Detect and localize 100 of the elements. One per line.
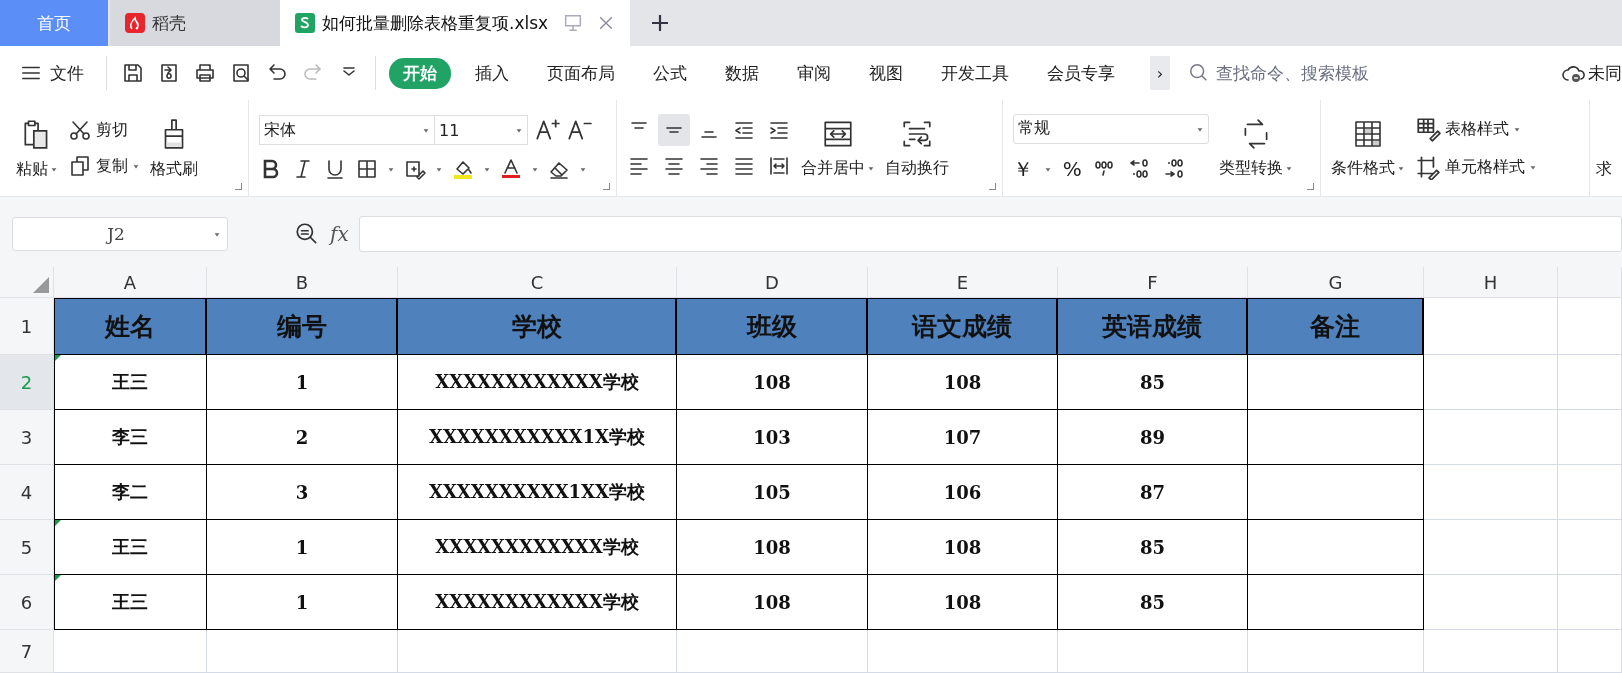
table-cell: 1 [207,355,398,410]
column-header[interactable]: B [207,267,398,298]
table-cell: 103 [677,410,868,465]
paste-button[interactable]: 粘贴 [16,158,58,180]
save-icon[interactable] [121,61,145,85]
table-cell: 105 [677,465,868,520]
corner-triangle-icon[interactable] [33,277,49,293]
table-cell: 王三 [54,575,207,630]
caret-icon[interactable] [387,165,396,173]
format-painter-button[interactable]: 格式刷 [150,158,198,180]
ribbon-tab[interactable]: 页面布局 [533,57,629,89]
currency-button[interactable]: ￥ [1012,155,1033,183]
caret-icon[interactable] [483,165,492,173]
caret-icon[interactable] [515,126,524,134]
column-header[interactable]: C [398,267,677,298]
row-header[interactable]: 6 [0,575,54,630]
caret-icon[interactable] [531,165,540,173]
table-style-button[interactable]: 表格样式 [1415,116,1538,142]
caret-icon[interactable] [435,165,444,173]
table-cell: 85 [1058,575,1248,630]
search-icon [1188,62,1210,84]
copy-icon [68,154,92,178]
table-cell [1558,630,1622,673]
row-header[interactable]: 7 [0,630,54,673]
table-cell [1558,575,1622,630]
table-cell: 108 [677,575,868,630]
table-cell: 85 [1058,355,1248,410]
print-icon[interactable] [193,61,217,85]
row-header[interactable]: 4 [0,465,54,520]
caret-icon[interactable] [579,165,588,173]
column-header[interactable]: D [677,267,868,298]
caret-icon[interactable] [1043,165,1052,173]
cut-button[interactable]: 剪切 [68,118,140,142]
distribute-icon[interactable] [767,154,791,178]
column-header[interactable]: F [1058,267,1248,298]
ribbon-tab[interactable]: 视图 [855,57,917,89]
column-header[interactable]: H [1424,267,1558,298]
column-header[interactable]: G [1248,267,1424,298]
wrap-text-button[interactable]: 自动换行 [885,157,949,179]
table-cell: 87 [1058,465,1248,520]
formula-input[interactable] [358,216,1622,252]
error-indicator-icon [55,575,61,581]
caret-icon[interactable] [50,165,58,173]
function-label[interactable]: fx [330,222,349,246]
table-cell: 2 [207,410,398,465]
table-cell: 108 [868,355,1058,410]
table-cell: 89 [1058,410,1248,465]
row-header[interactable]: 1 [0,298,54,355]
percent-button[interactable]: % [1062,157,1082,181]
caret-icon[interactable] [213,230,221,238]
more-tabs-button[interactable]: › [1150,56,1170,90]
row-header[interactable]: 3 [0,410,54,465]
flame-icon[interactable] [124,12,146,34]
sync-status[interactable]: 未同 [1588,61,1622,85]
row-header[interactable]: 5 [0,520,54,575]
document-tab[interactable]: 如何批量删除表格重复项.xlsx [280,0,630,46]
column-header[interactable]: A [54,267,207,298]
caret-icon[interactable] [1529,163,1538,171]
type-convert-button[interactable]: 类型转换 [1218,157,1293,179]
caret-icon[interactable] [1397,164,1406,172]
table-cell [1558,298,1622,355]
copy-button[interactable]: 复制 [68,154,140,178]
table-cell: 李三 [54,410,207,465]
table-cell: 106 [868,465,1058,520]
header-cell: 班级 [677,298,868,355]
table-cell: 108 [868,520,1058,575]
cell-style-icon [1415,154,1442,180]
name-box[interactable]: J2 [12,217,228,251]
ribbon-tab[interactable]: 数据 [711,57,773,89]
file-menu[interactable]: 文件 [20,61,84,85]
scissors-icon [68,118,92,142]
table-cell: 王三 [54,355,207,410]
header-cell: 语文成绩 [868,298,1058,355]
font-size-dropdown[interactable]: 11 [434,115,529,145]
column-header[interactable]: E [868,267,1058,298]
merge-center-button[interactable]: 合并居中 [801,157,875,179]
table-cell [1558,410,1622,465]
conditional-format-button[interactable]: 条件格式 [1331,157,1406,179]
ribbon-tab[interactable]: 审阅 [783,57,845,89]
caret-icon[interactable] [1513,125,1522,133]
caret-icon[interactable] [867,164,875,172]
header-cell: 编号 [207,298,398,355]
font-name-dropdown[interactable]: 宋体 [259,115,436,145]
ribbon-tab[interactable]: 插入 [461,57,523,89]
table-cell: 108 [868,575,1058,630]
caret-icon[interactable] [132,162,140,170]
table-cell [1558,520,1622,575]
table-style-icon [1415,116,1442,142]
number-format-dropdown[interactable]: 常规 [1012,113,1209,144]
ribbon-tab[interactable]: 会员专享 [1033,57,1129,89]
caret-icon[interactable] [422,126,431,134]
caret-icon[interactable] [1284,164,1293,172]
ribbon-tab[interactable]: 开发工具 [927,57,1023,89]
document-tab[interactable]: 稻壳 [110,0,280,46]
ribbon-tab[interactable]: 公式 [639,57,701,89]
table-cell: 1 [207,575,398,630]
ribbon-label[interactable]: 求 [1596,158,1612,180]
search-field[interactable]: 查找命令、搜索模板 [1188,62,1508,84]
sheet-doc-icon[interactable] [294,12,316,34]
cell-style-button[interactable]: 单元格样式 [1415,154,1538,180]
